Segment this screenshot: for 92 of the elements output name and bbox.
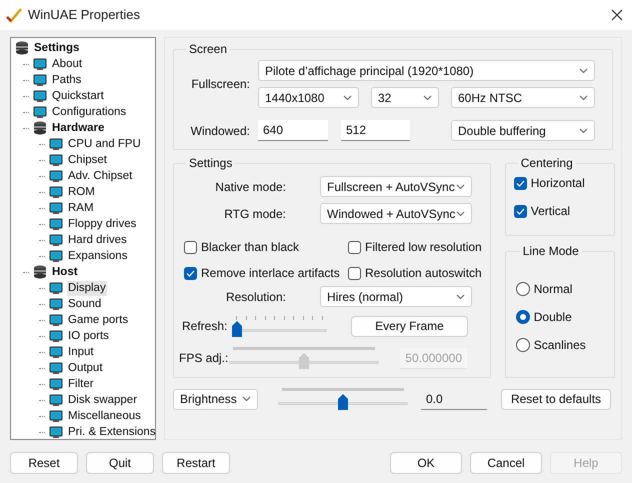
chevron-icon bbox=[242, 396, 251, 402]
chevron-icon bbox=[579, 128, 588, 134]
disk-stack-icon bbox=[15, 41, 29, 55]
disk-stack-icon bbox=[33, 121, 47, 135]
dropdown[interactable]: 32 bbox=[371, 87, 439, 108]
tree-item[interactable]: Host bbox=[51, 264, 79, 280]
dropdown[interactable]: 60Hz NTSC bbox=[451, 87, 595, 108]
tree-item[interactable]: Input bbox=[67, 344, 95, 360]
field-label: Native mode: bbox=[214, 178, 286, 196]
field-label: Windowed: bbox=[190, 122, 251, 140]
radio-label[interactable]: Normal bbox=[534, 280, 572, 298]
checkbox-label[interactable]: Horizontal bbox=[530, 174, 585, 192]
window-title: WinUAE Properties bbox=[28, 6, 141, 24]
dialog-button[interactable]: Cancel bbox=[470, 452, 542, 474]
slider-thumb[interactable] bbox=[232, 321, 242, 337]
tree-item[interactable]: ROM bbox=[67, 184, 96, 200]
checkbox[interactable] bbox=[514, 204, 527, 218]
dropdown[interactable]: Pilote d’affichage principal (1920*1080) bbox=[258, 60, 595, 81]
disk-stack-icon bbox=[33, 265, 47, 279]
chevron-icon bbox=[579, 68, 588, 74]
group-title: Settings bbox=[188, 155, 234, 172]
tree-item[interactable]: Quickstart bbox=[51, 88, 105, 104]
tree-item[interactable]: Miscellaneous bbox=[67, 408, 142, 424]
chevron-icon bbox=[456, 184, 465, 190]
tree-item[interactable]: Chipset bbox=[67, 152, 108, 168]
group-title: Line Mode bbox=[522, 243, 580, 260]
tree-item[interactable]: Adv. Chipset bbox=[67, 168, 134, 184]
radio-label[interactable]: Scanlines bbox=[534, 336, 586, 354]
dropdown[interactable]: Brightness bbox=[173, 388, 258, 410]
dialog-button[interactable]: OK bbox=[390, 452, 462, 474]
tree-item[interactable]: Hardware bbox=[51, 120, 106, 136]
tree-item[interactable]: Pri. & Extensions bbox=[67, 424, 155, 439]
dialog-button[interactable]: Quit bbox=[86, 452, 154, 474]
checkbox[interactable] bbox=[184, 266, 197, 280]
checkbox-label[interactable]: Resolution autoswitch bbox=[365, 264, 482, 282]
radio-label[interactable]: Double bbox=[534, 308, 572, 326]
input-field[interactable]: 512 bbox=[341, 120, 410, 141]
tree-item[interactable]: Game ports bbox=[67, 312, 130, 328]
chevron-icon bbox=[343, 94, 352, 100]
checkbox[interactable] bbox=[348, 240, 361, 254]
check-icon bbox=[186, 270, 195, 276]
tree-item[interactable]: Sound bbox=[67, 296, 102, 312]
input-field[interactable]: 640 bbox=[258, 120, 328, 141]
tree-item[interactable]: Filter bbox=[67, 376, 95, 392]
reset-defaults-button[interactable]: Reset to defaults bbox=[501, 388, 611, 410]
tree-item[interactable]: Disk swapper bbox=[67, 392, 138, 408]
check-icon bbox=[516, 180, 525, 186]
checkbox-label[interactable]: Remove interlace artifacts bbox=[201, 264, 340, 282]
tree-item[interactable]: About bbox=[51, 56, 84, 72]
dialog-button[interactable]: Restart bbox=[162, 452, 230, 474]
tree-item[interactable]: IO ports bbox=[67, 328, 110, 344]
dialog-button[interactable]: Reset bbox=[10, 452, 78, 474]
dropdown[interactable]: 1440x1080 bbox=[258, 87, 359, 108]
slider-thumb[interactable] bbox=[338, 394, 348, 410]
radio-button[interactable] bbox=[516, 310, 530, 324]
tree-item[interactable]: Settings bbox=[33, 40, 80, 56]
field-label: FPS adj.: bbox=[179, 350, 229, 367]
checkbox[interactable] bbox=[348, 266, 361, 280]
tree-item[interactable]: Output bbox=[67, 360, 104, 376]
chevron-icon bbox=[579, 94, 588, 100]
tree-item[interactable]: Expansions bbox=[67, 248, 128, 264]
radio-button[interactable] bbox=[516, 338, 530, 352]
close-icon[interactable] bbox=[611, 9, 623, 21]
chevron-icon bbox=[423, 94, 432, 100]
tree-item[interactable]: RAM bbox=[67, 200, 95, 216]
checkbox-label[interactable]: Vertical bbox=[530, 202, 570, 220]
dropdown[interactable]: Hires (normal) bbox=[320, 286, 472, 307]
checkbox-label[interactable]: Blacker than black bbox=[201, 238, 300, 256]
field-label: Refresh: bbox=[182, 318, 228, 335]
tree-item[interactable]: Floppy drives bbox=[67, 216, 138, 232]
field-label: Resolution: bbox=[224, 288, 286, 306]
every-frame-button[interactable]: Every Frame bbox=[351, 316, 468, 336]
tree-item[interactable]: Configurations bbox=[51, 104, 128, 120]
tree-item[interactable]: Display bbox=[67, 280, 107, 296]
check-icon bbox=[516, 208, 525, 214]
dropdown[interactable]: Windowed + AutoVSync bbox=[320, 203, 472, 224]
checkmark-icon bbox=[6, 7, 22, 23]
checkbox[interactable] bbox=[514, 176, 527, 190]
tree-item[interactable]: Hard drives bbox=[67, 232, 128, 248]
dropdown[interactable]: Fullscreen + AutoVSync bbox=[320, 176, 472, 197]
chevron-icon bbox=[456, 294, 465, 300]
field-label: RTG mode: bbox=[223, 206, 286, 222]
dropdown[interactable]: Double buffering bbox=[451, 120, 595, 141]
group-title: Centering bbox=[520, 155, 574, 172]
checkbox[interactable] bbox=[184, 240, 197, 254]
field-label: Fullscreen: bbox=[190, 76, 251, 93]
radio-button[interactable] bbox=[516, 282, 530, 296]
checkbox-label[interactable]: Filtered low resolution bbox=[365, 238, 482, 256]
tree-item[interactable]: CPU and FPU bbox=[67, 136, 142, 152]
chevron-icon bbox=[456, 210, 465, 216]
group-title: Screen bbox=[188, 41, 228, 58]
tree-item[interactable]: Paths bbox=[51, 72, 82, 88]
